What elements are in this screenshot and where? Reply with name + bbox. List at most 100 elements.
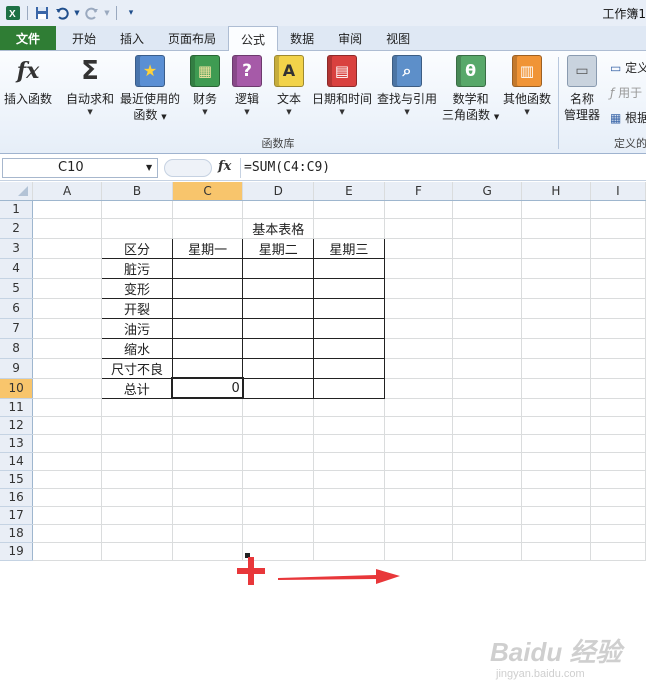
cell-f19[interactable] [384, 542, 454, 561]
cell-e2[interactable] [313, 218, 385, 239]
cell-a2[interactable] [32, 218, 102, 239]
cell-e18[interactable] [313, 524, 385, 543]
cell-f10[interactable] [384, 378, 454, 399]
cell-f15[interactable] [384, 470, 454, 489]
cell-c18[interactable] [172, 524, 244, 543]
cell-i6[interactable] [590, 298, 646, 319]
cell-d1[interactable] [242, 200, 315, 219]
financial-button[interactable]: ▦ 财务 ▼ [190, 55, 220, 117]
tab-insert[interactable]: 插入 [108, 26, 156, 50]
redo-icon[interactable] [83, 4, 101, 22]
cell-a6[interactable] [32, 298, 102, 319]
cell-c14[interactable] [172, 452, 244, 471]
column-header-h[interactable]: H [521, 182, 591, 201]
cell-e7[interactable] [313, 317, 385, 339]
cell-b17[interactable] [101, 506, 173, 525]
cell-f8[interactable] [384, 338, 454, 359]
cell-c3[interactable]: 星期一 [171, 237, 244, 259]
cell-b7[interactable]: 油污 [100, 317, 173, 339]
cell-g14[interactable] [452, 452, 522, 471]
cell-i5[interactable] [590, 278, 646, 299]
cell-e10[interactable] [313, 377, 385, 399]
cell-i10[interactable] [590, 378, 646, 399]
cell-g6[interactable] [452, 298, 522, 319]
cell-e3[interactable]: 星期三 [313, 237, 385, 259]
cell-c12[interactable] [172, 416, 244, 435]
cell-i14[interactable] [590, 452, 646, 471]
cell-e17[interactable] [313, 506, 385, 525]
row-header-13[interactable]: 13 [0, 434, 34, 453]
cell-h9[interactable] [521, 358, 591, 379]
customize-qat-icon[interactable]: ▾ [122, 4, 140, 22]
cell-g10[interactable] [452, 378, 522, 399]
cell-b12[interactable] [101, 416, 173, 435]
row-header-14[interactable]: 14 [0, 452, 34, 471]
cell-d3[interactable]: 星期二 [242, 237, 315, 259]
cell-a18[interactable] [32, 524, 102, 543]
insert-function-button[interactable]: fx 插入函数 [4, 55, 52, 107]
save-icon[interactable] [33, 4, 51, 22]
cell-i7[interactable] [590, 318, 646, 339]
name-box-dropdown-icon[interactable]: ▼ [146, 163, 152, 172]
cell-g13[interactable] [452, 434, 522, 453]
cell-g3[interactable] [452, 238, 522, 259]
formula-input[interactable]: =SUM(C4:C9) [244, 160, 330, 175]
cell-e11[interactable] [313, 398, 385, 417]
column-header-i[interactable]: I [590, 182, 646, 201]
cell-g11[interactable] [452, 398, 522, 417]
use-in-formula-button[interactable]: ƒ 用于 [610, 84, 642, 101]
cell-i3[interactable] [590, 238, 646, 259]
cell-h13[interactable] [521, 434, 591, 453]
cell-f14[interactable] [384, 452, 454, 471]
cell-c1[interactable] [172, 200, 244, 219]
cell-f9[interactable] [384, 358, 454, 379]
cell-a10[interactable] [32, 378, 102, 399]
row-header-16[interactable]: 16 [0, 488, 34, 507]
cell-g1[interactable] [452, 200, 522, 219]
row-header-1[interactable]: 1 [0, 200, 34, 219]
cell-f17[interactable] [384, 506, 454, 525]
cell-b13[interactable] [101, 434, 173, 453]
cell-h11[interactable] [521, 398, 591, 417]
cell-b4[interactable]: 脏污 [100, 257, 173, 279]
cell-g2[interactable] [452, 218, 522, 239]
select-all-corner[interactable] [0, 182, 34, 201]
row-header-15[interactable]: 15 [0, 470, 34, 489]
cell-b5[interactable]: 变形 [100, 277, 173, 299]
cell-f13[interactable] [384, 434, 454, 453]
cell-d6[interactable] [242, 297, 315, 319]
cell-b16[interactable] [101, 488, 173, 507]
cell-a14[interactable] [32, 452, 102, 471]
cell-f11[interactable] [384, 398, 454, 417]
column-header-e[interactable]: E [313, 182, 385, 201]
row-header-19[interactable]: 19 [0, 542, 34, 561]
cell-e19[interactable] [313, 542, 385, 561]
cell-f16[interactable] [384, 488, 454, 507]
name-manager-button[interactable]: ▭ 名称 管理器 [564, 55, 600, 123]
more-functions-button[interactable]: ▥ 其他函数 ▼ [503, 55, 551, 117]
cell-f7[interactable] [384, 318, 454, 339]
cell-g19[interactable] [452, 542, 522, 561]
row-header-12[interactable]: 12 [0, 416, 34, 435]
row-header-7[interactable]: 7 [0, 318, 34, 339]
name-box[interactable]: C10 [2, 158, 158, 178]
cell-h7[interactable] [521, 318, 591, 339]
cell-c17[interactable] [172, 506, 244, 525]
cell-i11[interactable] [590, 398, 646, 417]
tab-page-layout[interactable]: 页面布局 [156, 26, 228, 50]
cell-c15[interactable] [172, 470, 244, 489]
cell-h3[interactable] [521, 238, 591, 259]
cell-g8[interactable] [452, 338, 522, 359]
cell-d2[interactable]: 基本表格 [242, 218, 315, 239]
cell-c7[interactable] [171, 317, 244, 339]
cell-b11[interactable] [101, 398, 173, 417]
cell-f18[interactable] [384, 524, 454, 543]
cell-f2[interactable] [384, 218, 454, 239]
cell-e9[interactable] [313, 357, 385, 379]
insert-function-fx-icon[interactable]: fx [218, 159, 231, 174]
cell-h17[interactable] [521, 506, 591, 525]
cell-d11[interactable] [242, 398, 315, 417]
cell-g12[interactable] [452, 416, 522, 435]
cell-e1[interactable] [313, 200, 385, 219]
cell-g15[interactable] [452, 470, 522, 489]
